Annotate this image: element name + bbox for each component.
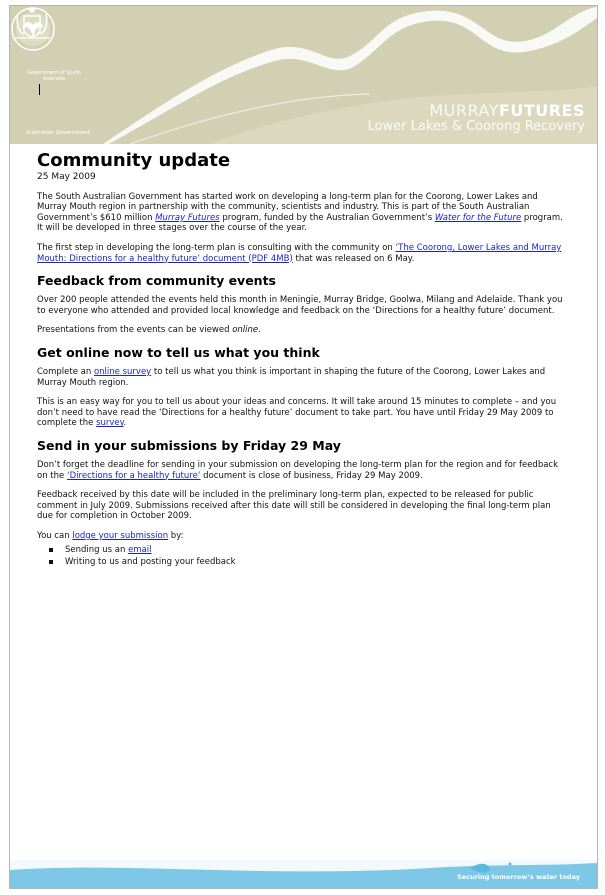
murray-futures-brand: MURRAYFUTURES [429,101,585,120]
section-paragraph: This is an easy way for you to tell us a… [37,397,567,429]
footer-tagline: Securing tomorrow’s water today [457,873,580,881]
intro-text: The first step in developing the long-te… [37,242,396,253]
submission-methods-list: Sending us an email Writing to us and po… [37,545,567,567]
intro-text: that was released on 6 May. [292,253,415,264]
list-item: Writing to us and posting your feedback [49,557,567,568]
section-paragraph: You can lodge your submission by: [37,531,567,542]
directions-healthy-future-link[interactable]: ‘Directions for a healthy future’ [67,471,201,481]
section-text: document is close of business, Friday 29… [200,470,423,481]
section-paragraph: Over 200 people attended the events held… [37,295,563,316]
section-paragraph: Complete an online survey to tell us wha… [37,367,567,388]
murray-futures-link[interactable]: Murray Futures [155,213,219,223]
australian-government-logo-text: Australian Government [26,130,90,136]
page-title: Community update [37,150,231,171]
text-cursor [39,84,40,95]
newsletter-content: Community update 25 May 2009 The South A… [37,151,567,569]
section-text: Presentations from the events can be vie… [37,325,233,336]
brand-subtitle: Lower Lakes & Coorong Recovery [367,119,585,134]
publication-date: 25 May 2009 [37,172,96,182]
section-paragraph: Don’t forget the deadline for sending in… [37,460,567,481]
brand-thin-text: MURRAY [429,101,499,120]
online-emphasis: online [232,325,259,336]
header-banner: Government of South Australia Australian… [10,6,597,144]
intro-text: program, funded by the Australian Govern… [219,212,435,223]
section-paragraph: Presentations from the events can be vie… [37,325,567,336]
list-item: Sending us an email [49,545,567,556]
section-submissions: Send in your submissions by Friday 29 Ma… [37,438,567,568]
section-get-online: Get online now to tell us what you think… [37,345,567,429]
lodge-submission-link[interactable]: lodge your submission [72,531,168,541]
section-text: . [123,418,127,429]
list-item-text: Sending us an [65,545,129,556]
section-text: Complete an [37,366,94,377]
document-page: Government of South Australia Australian… [9,5,598,889]
australian-government-crest-icon [14,7,50,39]
section-heading: Get online now to tell us what you think [37,344,320,360]
intro-paragraph-1: The South Australian Government has star… [37,192,567,234]
footer-banner: Securing tomorrow’s water today [10,860,597,888]
sa-government-logo-text: Government of South Australia [27,70,81,82]
section-heading: Send in your submissions by Friday 29 Ma… [37,437,341,453]
online-survey-link[interactable]: online survey [94,367,151,377]
survey-link[interactable]: survey [96,418,123,428]
intro-paragraph-2: The first step in developing the long-te… [37,243,567,264]
section-text: You can [37,530,73,541]
water-for-the-future-link[interactable]: Water for the Future [435,213,521,223]
section-text: by: [168,530,184,541]
section-feedback-events: Feedback from community events Over 200 … [37,273,567,336]
section-text: . [258,325,261,336]
section-heading: Feedback from community events [37,273,276,289]
section-paragraph: Feedback received by this date will be i… [37,490,551,522]
email-link[interactable]: email [128,545,151,555]
brand-bold-text: FUTURES [498,101,585,120]
